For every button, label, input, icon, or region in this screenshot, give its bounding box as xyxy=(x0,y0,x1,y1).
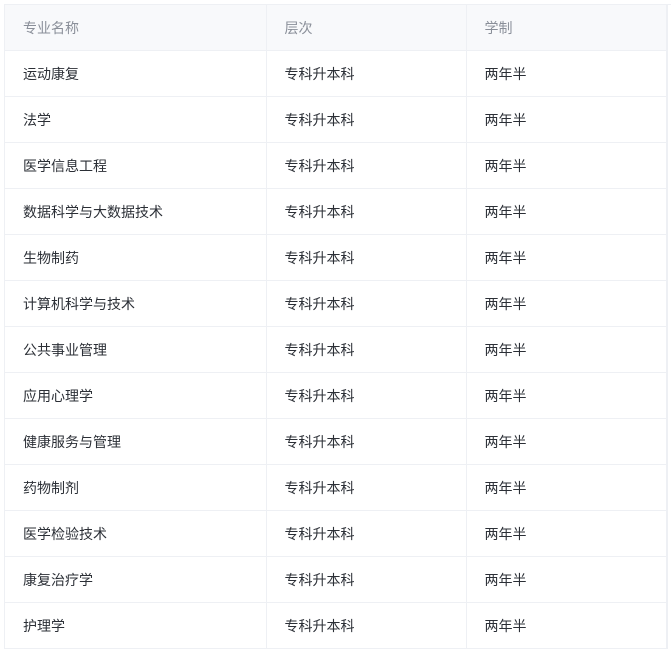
cell-level: 专科升本科 xyxy=(266,510,467,557)
cell-level: 专科升本科 xyxy=(266,50,467,97)
cell-duration: 两年半 xyxy=(466,96,668,143)
table-row: 计算机科学与技术 专科升本科 两年半 xyxy=(5,280,668,327)
cell-major-name: 医学信息工程 xyxy=(5,142,267,189)
table-row: 数据科学与大数据技术 专科升本科 两年半 xyxy=(5,188,668,235)
table-body: 运动康复 专科升本科 两年半 法学 专科升本科 两年半 医学信息工程 专科升本科… xyxy=(5,50,668,649)
cell-level: 专科升本科 xyxy=(266,188,467,235)
cell-major-name: 公共事业管理 xyxy=(5,326,267,373)
table-row: 健康服务与管理 专科升本科 两年半 xyxy=(5,418,668,465)
table-row: 法学 专科升本科 两年半 xyxy=(5,96,668,143)
cell-duration: 两年半 xyxy=(466,326,668,373)
cell-major-name: 应用心理学 xyxy=(5,372,267,419)
majors-table-grid: 专业名称 层次 学制 运动康复 专科升本科 两年半 法学 专科升本科 两年半 医… xyxy=(5,5,668,649)
header-major-name: 专业名称 xyxy=(5,5,267,51)
table-right-edge xyxy=(666,4,667,648)
cell-duration: 两年半 xyxy=(466,234,668,281)
table-row: 运动康复 专科升本科 两年半 xyxy=(5,50,668,97)
table-row: 护理学 专科升本科 两年半 xyxy=(5,602,668,649)
cell-major-name: 生物制药 xyxy=(5,234,267,281)
cell-duration: 两年半 xyxy=(466,556,668,603)
cell-duration: 两年半 xyxy=(466,602,668,649)
cell-level: 专科升本科 xyxy=(266,556,467,603)
table-row: 医学信息工程 专科升本科 两年半 xyxy=(5,142,668,189)
cell-level: 专科升本科 xyxy=(266,234,467,281)
table-row: 医学检验技术 专科升本科 两年半 xyxy=(5,510,668,557)
header-row: 专业名称 层次 学制 xyxy=(5,5,668,51)
cell-major-name: 护理学 xyxy=(5,602,267,649)
table-row: 生物制药 专科升本科 两年半 xyxy=(5,234,668,281)
cell-level: 专科升本科 xyxy=(266,602,467,649)
cell-major-name: 数据科学与大数据技术 xyxy=(5,188,267,235)
cell-duration: 两年半 xyxy=(466,142,668,189)
cell-level: 专科升本科 xyxy=(266,142,467,189)
cell-duration: 两年半 xyxy=(466,510,668,557)
cell-level: 专科升本科 xyxy=(266,326,467,373)
cell-level: 专科升本科 xyxy=(266,418,467,465)
majors-table: 专业名称 层次 学制 运动康复 专科升本科 两年半 法学 专科升本科 两年半 医… xyxy=(4,4,671,649)
cell-duration: 两年半 xyxy=(466,188,668,235)
cell-level: 专科升本科 xyxy=(266,96,467,143)
table-row: 应用心理学 专科升本科 两年半 xyxy=(5,372,668,419)
cell-major-name: 健康服务与管理 xyxy=(5,418,267,465)
header-level: 层次 xyxy=(266,5,467,51)
cell-level: 专科升本科 xyxy=(266,372,467,419)
cell-duration: 两年半 xyxy=(466,464,668,511)
table-row: 药物制剂 专科升本科 两年半 xyxy=(5,464,668,511)
cell-major-name: 运动康复 xyxy=(5,50,267,97)
cell-major-name: 法学 xyxy=(5,96,267,143)
header-duration: 学制 xyxy=(466,5,668,51)
cell-major-name: 康复治疗学 xyxy=(5,556,267,603)
table-row: 康复治疗学 专科升本科 两年半 xyxy=(5,556,668,603)
cell-duration: 两年半 xyxy=(466,418,668,465)
cell-major-name: 计算机科学与技术 xyxy=(5,280,267,327)
cell-duration: 两年半 xyxy=(466,280,668,327)
cell-level: 专科升本科 xyxy=(266,464,467,511)
cell-duration: 两年半 xyxy=(466,372,668,419)
cell-major-name: 药物制剂 xyxy=(5,464,267,511)
table-header: 专业名称 层次 学制 xyxy=(5,5,668,51)
table-row: 公共事业管理 专科升本科 两年半 xyxy=(5,326,668,373)
cell-major-name: 医学检验技术 xyxy=(5,510,267,557)
cell-duration: 两年半 xyxy=(466,50,668,97)
cell-level: 专科升本科 xyxy=(266,280,467,327)
